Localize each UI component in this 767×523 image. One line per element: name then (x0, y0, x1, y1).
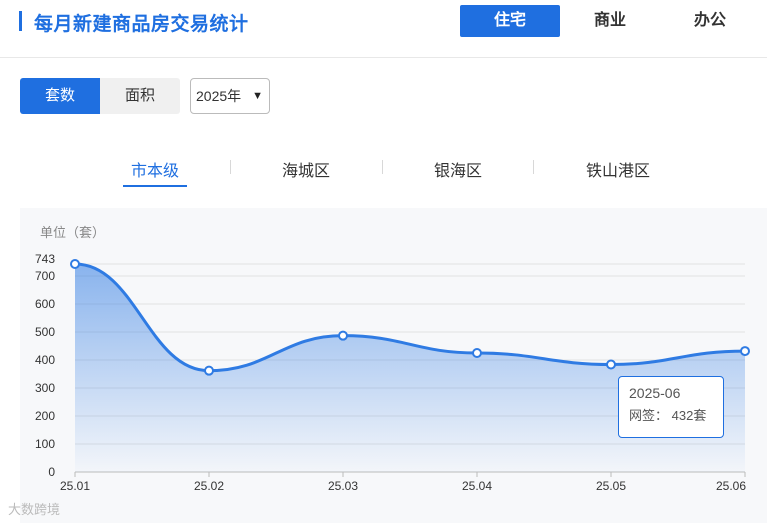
watermark-text: 大数跨境 (8, 502, 61, 517)
x-tick-label: 25.05 (596, 479, 626, 493)
y-tick-label: 100 (35, 437, 55, 451)
data-point[interactable] (472, 348, 482, 359)
x-tick-label: 25.04 (462, 479, 492, 493)
tooltip-label: 网签： (629, 408, 669, 423)
x-tick-label: 25.03 (328, 479, 358, 493)
line-chart: 743 700 600 500 400 300 200 100 0 25.01 25.02 25.0… (35, 252, 750, 493)
x-tick-label: 25.06 (716, 479, 746, 493)
data-point[interactable] (740, 346, 750, 357)
series-area (75, 264, 745, 472)
y-tick-label: 400 (35, 353, 55, 367)
tooltip-value: 432套 (671, 408, 707, 423)
data-point[interactable] (70, 259, 80, 269)
y-tick-label: 0 (48, 465, 55, 479)
chart-tooltip: 2025-06 网签： 432套 (618, 376, 724, 438)
y-tick-label: 600 (35, 297, 55, 311)
y-tick-label: 200 (35, 409, 55, 423)
tooltip-date: 2025-06 (629, 385, 681, 401)
data-point[interactable] (338, 330, 348, 341)
tooltip-row: 网签： 432套 (629, 405, 713, 424)
y-tick-label: 300 (35, 381, 55, 395)
data-point[interactable] (606, 359, 616, 370)
x-tick-label: 25.01 (60, 479, 90, 493)
y-tick-label: 743 (35, 252, 55, 266)
y-tick-label: 700 (35, 269, 55, 283)
data-point[interactable] (204, 365, 214, 376)
y-tick-label: 500 (35, 325, 55, 339)
x-tick-label: 25.02 (194, 479, 224, 493)
